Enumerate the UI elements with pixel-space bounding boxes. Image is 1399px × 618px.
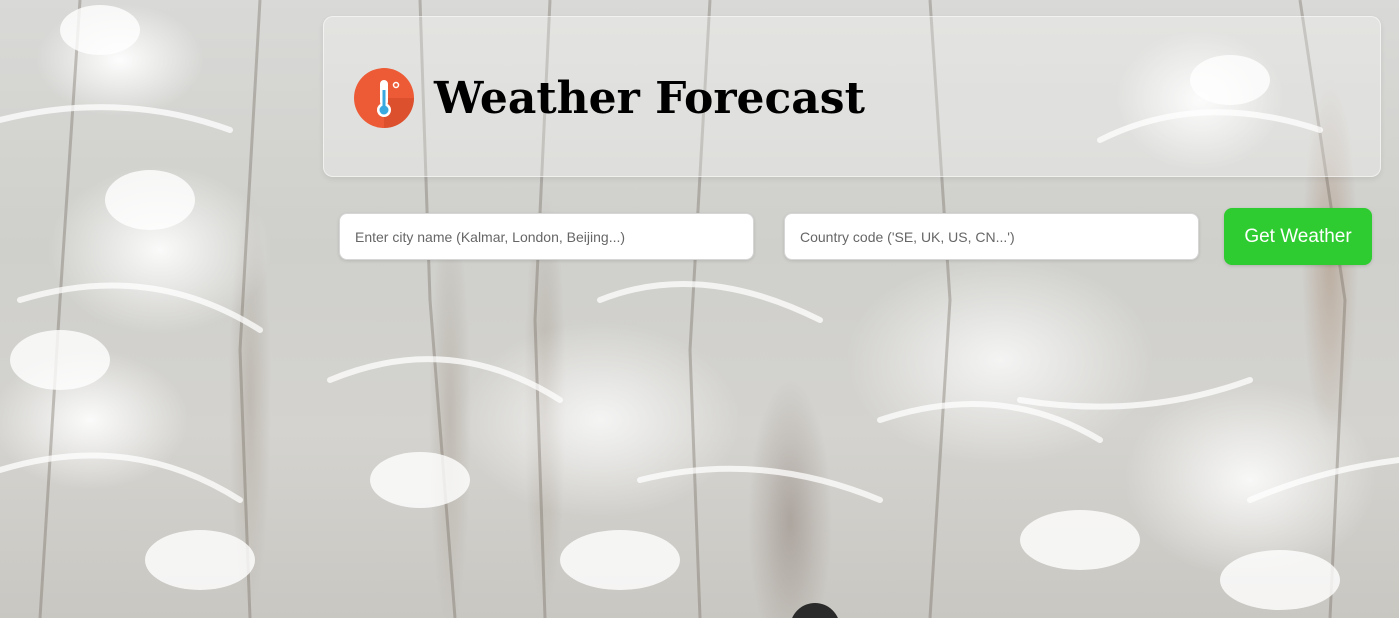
get-weather-button[interactable]: Get Weather bbox=[1224, 208, 1372, 265]
header-panel: Weather Forecast bbox=[323, 16, 1381, 177]
country-code-input[interactable] bbox=[784, 213, 1199, 260]
page-background: Weather Forecast Get Weather bbox=[0, 0, 1399, 618]
city-input[interactable] bbox=[339, 213, 754, 260]
page-title: Weather Forecast bbox=[434, 73, 865, 124]
thermometer-icon bbox=[354, 68, 414, 128]
